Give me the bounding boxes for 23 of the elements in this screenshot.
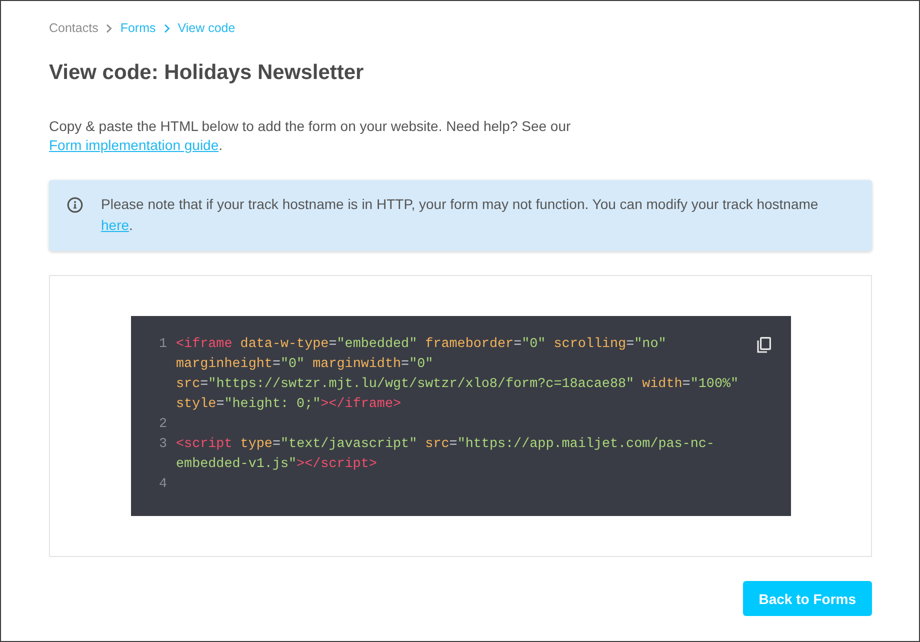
back-to-forms-button[interactable]: Back to Forms	[742, 581, 872, 616]
line-number: 2	[158, 417, 167, 432]
info-icon	[67, 197, 83, 213]
copy-icon[interactable]	[757, 337, 771, 353]
breadcrumb-item[interactable]: Forms	[120, 19, 156, 37]
guide-link[interactable]: Form implementation guide	[49, 137, 219, 153]
code-line: embedded-v1.js"></script>	[176, 456, 377, 474]
line-number: 1	[158, 337, 167, 352]
code-line: <iframe data-w-type="embedded" frameborder="0" scrolling="no"	[176, 336, 666, 354]
code-line: <script type="text/javascript" src="https://app.mailjet.com/pas-nc-	[176, 436, 714, 454]
code-line: style="height: 0;"></iframe>	[176, 396, 402, 414]
chevron-right-icon	[106, 24, 112, 32]
code-line: src="https://swtzr.mjt.lu/wgt/swtzr/xlo8/form?c=18acae88" width="100%"	[176, 376, 739, 394]
code-line: marginheight="0" marginwidth="0"	[176, 356, 434, 374]
line-number: 4	[158, 477, 167, 492]
alert-message: Please note that if your track hostname is in HTTP, your form may not function. You can modify your track hostname here.	[101, 195, 820, 235]
breadcrumb-item[interactable]: Contacts	[49, 19, 98, 37]
breadcrumb-item[interactable]: View code	[178, 19, 236, 37]
intro-text: Copy & paste the HTML below to add the form on your website. Need help? See our Form implementation guide.	[49, 117, 572, 155]
hostname-link[interactable]: here	[101, 217, 130, 233]
chevron-right-icon	[164, 24, 170, 32]
line-number: 3	[158, 437, 167, 452]
page-title: View code: Holidays Newsletter	[49, 60, 365, 86]
